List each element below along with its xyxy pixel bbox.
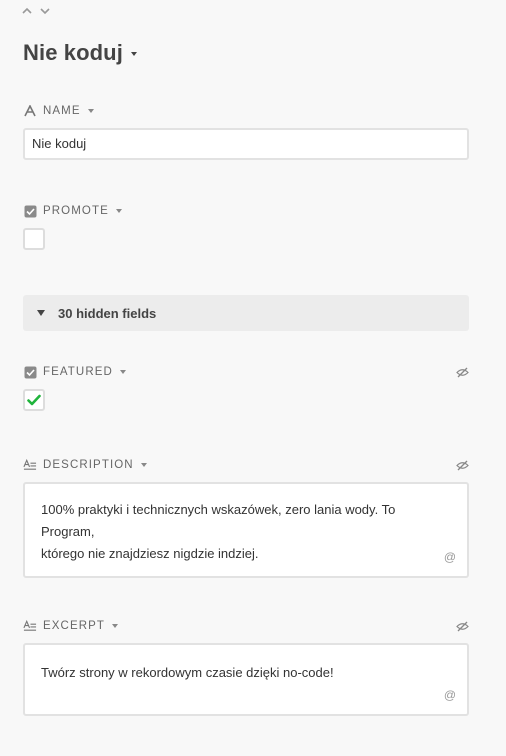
field-menu-icon[interactable]	[112, 624, 119, 628]
field-excerpt: EXCERPT Twórz strony w rekordowym czasie…	[23, 618, 469, 716]
field-label: PROMOTE	[43, 205, 109, 217]
featured-checkbox[interactable]	[23, 389, 45, 411]
record-navigation	[21, 6, 51, 16]
hidden-fields-label: 30 hidden fields	[58, 305, 157, 321]
title-dropdown-icon[interactable]	[130, 52, 137, 56]
excerpt-textarea[interactable]: Twórz strony w rekordowym czasie dzięki …	[23, 643, 469, 716]
field-featured: FEATURED	[23, 364, 469, 411]
hidden-from-view-icon[interactable]	[456, 621, 469, 632]
promote-checkbox[interactable]	[23, 228, 45, 250]
field-menu-icon[interactable]	[87, 109, 94, 113]
checkbox-icon	[23, 365, 37, 379]
mention-button[interactable]: @	[444, 546, 456, 568]
text-type-icon	[23, 104, 37, 118]
field-header: EXCERPT	[23, 618, 469, 634]
chevron-down-icon[interactable]	[39, 6, 51, 16]
long-text-icon	[23, 458, 37, 472]
hidden-from-view-icon[interactable]	[456, 367, 469, 378]
field-promote: PROMOTE	[23, 203, 469, 250]
record-title-row[interactable]: Nie koduj	[23, 40, 137, 66]
field-menu-icon[interactable]	[119, 370, 126, 374]
chevron-up-icon[interactable]	[21, 6, 33, 16]
field-menu-icon[interactable]	[140, 463, 147, 467]
description-line: 100% praktyki i technicznych wskazówek, …	[41, 502, 396, 539]
field-header: DESCRIPTION	[23, 457, 469, 473]
field-menu-icon[interactable]	[115, 209, 122, 213]
mention-button[interactable]: @	[444, 684, 456, 706]
description-textarea[interactable]: 100% praktyki i technicznych wskazówek, …	[23, 482, 469, 578]
field-description: DESCRIPTION 100% praktyki i technicznych…	[23, 457, 469, 578]
record-title: Nie koduj	[23, 40, 123, 65]
checkmark-icon	[27, 394, 41, 406]
field-label: EXCERPT	[43, 620, 106, 632]
expand-triangle-icon	[37, 310, 45, 316]
excerpt-text: Twórz strony w rekordowym czasie dzięki …	[41, 665, 334, 680]
field-label: DESCRIPTION	[43, 459, 134, 471]
field-header: PROMOTE	[23, 203, 469, 219]
checkbox-icon	[23, 204, 37, 218]
hidden-fields-toggle[interactable]: 30 hidden fields	[23, 295, 469, 331]
field-header: NAME	[23, 103, 469, 119]
field-name: NAME Nie koduj	[23, 103, 469, 160]
description-line: którego nie znajdziesz nigdzie indziej.	[41, 546, 259, 561]
name-input[interactable]: Nie koduj	[23, 128, 469, 160]
field-header: FEATURED	[23, 364, 469, 380]
field-label: NAME	[43, 105, 81, 117]
hidden-from-view-icon[interactable]	[456, 460, 469, 471]
long-text-icon	[23, 619, 37, 633]
field-label: FEATURED	[43, 366, 113, 378]
